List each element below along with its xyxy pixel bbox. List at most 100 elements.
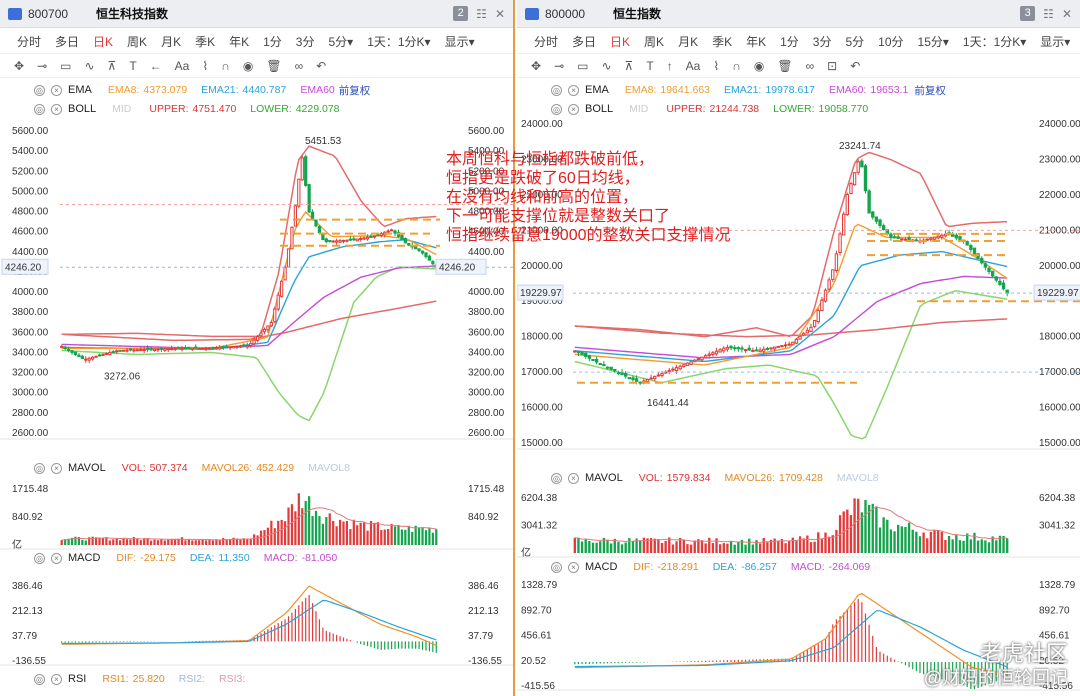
candle-body (769, 347, 773, 350)
y-tick-label: 4600.00 (12, 227, 49, 238)
candle-body (936, 235, 940, 239)
volume-bar (777, 541, 780, 553)
volume-bar (918, 536, 922, 553)
candle-body (751, 349, 755, 352)
volume-bar (835, 529, 838, 553)
candle-body (849, 183, 853, 194)
volume-bar (308, 496, 311, 545)
volume-bar (414, 525, 417, 545)
candle-body (874, 216, 879, 222)
candle-body (417, 248, 421, 252)
candle-body (827, 279, 831, 290)
candle-body (900, 238, 904, 241)
candle-body (431, 261, 435, 265)
candle-body (345, 239, 349, 242)
volume-bar (824, 532, 827, 553)
ema8-line (61, 210, 437, 350)
left-kline-chart[interactable]: 5600.00 5400.00 5200.00 5000.00 4800.00 4600.… (0, 0, 515, 696)
candle-body (598, 362, 602, 365)
candle-body (273, 308, 277, 323)
candle-body (805, 329, 810, 334)
volume-bar (335, 526, 338, 545)
vol-tick-label-right: 840.92 (468, 512, 499, 523)
candle-body (838, 233, 842, 253)
candle-body (682, 364, 686, 368)
candle-body (307, 184, 311, 213)
candle-body (338, 240, 342, 243)
candle-body (998, 280, 1002, 285)
volume-bar (591, 542, 595, 553)
candle-body (624, 372, 628, 377)
volume-bar (733, 544, 736, 553)
volume-bar (700, 540, 704, 553)
candle-body (605, 366, 610, 369)
boll-lower-line (61, 266, 437, 422)
volume-bar (332, 520, 335, 545)
candle-body (379, 233, 383, 237)
watermark-brand: 老虎社区 (979, 641, 1068, 666)
candle-body (863, 165, 868, 192)
candle-body (638, 381, 642, 384)
volume-bar (277, 520, 280, 545)
vol-tick-label: 1715.48 (12, 484, 49, 495)
volume-bar (889, 529, 893, 553)
volume-bar (922, 532, 925, 553)
volume-bar (356, 525, 359, 545)
candle-body (940, 234, 944, 238)
candle-body (60, 345, 64, 348)
volume-bar (758, 543, 762, 553)
candle-body (70, 350, 74, 353)
y-tick-label: 18000.00 (521, 332, 563, 343)
annotation-line: 下一可能支撑位就是整数关口了 (446, 208, 671, 225)
volume-bar (390, 523, 393, 545)
volume-bar (871, 503, 874, 553)
candle-body (121, 349, 126, 352)
volume-bar (108, 540, 111, 545)
candle-body (602, 363, 606, 367)
right-kline-chart[interactable]: 24000.0023000.0022000.0021000.0020000.00… (517, 0, 1080, 696)
volume-bar (211, 540, 215, 545)
vol-tick-label: 3041.32 (521, 521, 558, 532)
candle-body (660, 373, 664, 377)
candle-body (794, 338, 799, 344)
volume-bar (577, 538, 580, 553)
candle-body (736, 347, 740, 350)
candle-body (867, 190, 871, 214)
candle-body (190, 347, 194, 350)
candle-body (286, 248, 291, 268)
volume-bar (711, 543, 715, 553)
candle-body (725, 346, 730, 350)
y-tick-label-right: 15000.00 (1039, 438, 1080, 449)
candle-body (283, 266, 287, 281)
volume-bar (846, 509, 849, 553)
macd-tick-label-right: -136.55 (468, 656, 502, 667)
candle-body (609, 366, 613, 370)
y-tick-label: 3000.00 (12, 388, 49, 399)
volume-bar (232, 537, 235, 545)
volume-bar (314, 510, 318, 545)
volume-bar (718, 544, 722, 553)
candle-body (994, 276, 998, 281)
candle-body (587, 355, 592, 359)
y-tick-label-right: 2800.00 (468, 408, 505, 419)
volume-bar (81, 539, 84, 545)
candle-body (671, 368, 675, 371)
volume-bar (345, 520, 349, 545)
current-price-right: 4246.20 (439, 262, 476, 273)
candle-body (94, 355, 98, 358)
candle-body (310, 211, 315, 220)
volume-bar (387, 528, 390, 545)
candle-body (972, 247, 977, 255)
macd-tick-label-right: 37.79 (468, 631, 493, 642)
candle-body (108, 352, 112, 356)
left-chart-panel: 800700 恒生科技指数 2 ☷ ✕ 分时 多日 日K 周K 月K 季K 年K 1分 3分 5分… (0, 0, 515, 696)
volume-bar (624, 542, 627, 553)
volume-bar (290, 504, 294, 545)
candle-body (576, 351, 581, 354)
candle-body (238, 345, 243, 348)
volume-bar (191, 540, 194, 545)
candle-body (990, 270, 995, 277)
candle-body (104, 353, 109, 356)
candle-body (255, 336, 260, 341)
volume-bar (101, 538, 105, 545)
